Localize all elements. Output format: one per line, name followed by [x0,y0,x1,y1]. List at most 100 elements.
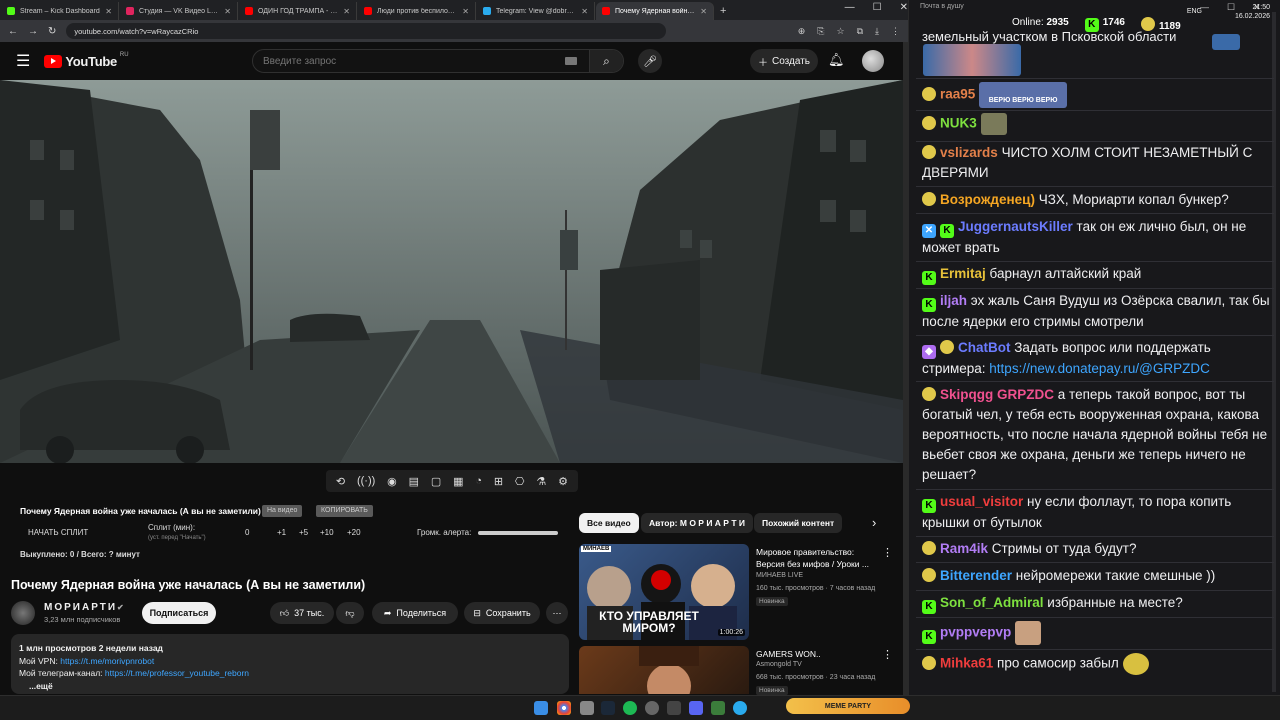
close-icon[interactable]: ✕ [581,7,588,16]
maximize-icon[interactable]: ☐ [873,2,882,13]
browser-tab[interactable]: Студия — VK Видео Live ✕ [120,2,238,20]
add-1-button[interactable]: +1 [277,528,286,537]
explorer-icon[interactable] [580,701,594,715]
extensions-icon[interactable]: ⧉ [857,26,863,37]
close-window-icon[interactable]: ✕ [900,2,908,13]
share-button[interactable]: ➦ Поделиться [372,602,458,624]
mention[interactable]: GRPZDC [997,387,1054,402]
search-input[interactable] [253,55,565,67]
recommendation-channel[interactable]: Asmongold TV [756,661,802,668]
more-vert-icon[interactable]: ⋮ [882,546,893,559]
more-vert-icon[interactable]: ⋮ [882,648,893,661]
camera-icon[interactable]: ⎔ [515,475,525,488]
spotify-icon[interactable] [623,701,637,715]
more-actions-button[interactable]: ⋯ [546,602,568,624]
browser-tab[interactable]: Stream – Kick Dashboard ✕ [1,2,119,20]
browser-tab[interactable]: ОДИН ГОД ТРАМПА - YouTub...✕ [239,2,357,20]
discord-icon[interactable] [689,701,703,715]
telegram-link[interactable]: https://t.me/professor_youtube_reborn [105,668,249,678]
steam-icon[interactable] [601,701,615,715]
create-button[interactable]: ＋ Создать [750,49,818,73]
description-box[interactable]: 1 млн просмотров 2 недели назад Мой VPN:… [11,634,569,694]
crop-icon[interactable]: ⊞ [494,475,503,488]
dislike-button[interactable]: 👎︎ [336,602,364,624]
translate-icon[interactable]: ⎘ [817,26,824,37]
split-value[interactable]: 0 [245,528,249,537]
recommendation-thumbnail[interactable] [579,646,749,694]
system-clock[interactable]: 21:50 16.02.2026 [1235,3,1270,21]
recommendation-title[interactable]: GAMERS WON.. [756,648,880,660]
app-icon[interactable] [711,701,725,715]
speed-icon[interactable]: ◔ [475,475,482,487]
alert-volume-slider[interactable] [478,531,558,535]
add-5-button[interactable]: +5 [299,528,308,537]
hamburger-menu-icon[interactable]: ☰ [16,51,30,71]
cheese-emote [1122,653,1149,675]
fullscreen-icon[interactable]: ▢ [431,475,441,488]
minimize-icon[interactable]: — [845,2,855,13]
meme-party-widget[interactable]: MEME PARTY [786,698,910,714]
start-split-button[interactable]: НАЧАТЬ СПЛИТ [28,528,88,537]
donate-link[interactable]: https://new.donatepay.ru/@GRPZDC [989,361,1210,376]
chevron-right-icon[interactable]: › [872,515,876,530]
browser-tab[interactable]: Telegram: View @dobro_2ch✕ [477,2,595,20]
flask-icon[interactable]: ⚗ [536,475,546,488]
chip-author[interactable]: Автор: М О Р И А Р Т И [641,513,753,533]
search-button[interactable]: ⌕ [589,50,623,72]
star-icon[interactable]: ☆ [837,26,845,37]
close-icon[interactable]: ✕ [105,7,112,16]
close-icon[interactable]: ✕ [462,7,469,16]
settings-gear-icon[interactable]: ⚙ [558,475,568,488]
clapper-icon[interactable]: ▤ [409,475,419,488]
menu-icon[interactable]: ⋮ [891,26,900,37]
save-button[interactable]: ⊟ Сохранить [464,602,540,624]
browser-tab-active[interactable]: Почему Ядерная война у... ✕ [596,2,714,20]
forward-icon[interactable]: → [28,26,38,37]
account-avatar[interactable] [862,50,884,72]
url-field[interactable]: youtube.com/watch?v=wRaycazCRio [66,23,667,39]
maximize-icon[interactable]: ☐ [1227,2,1235,13]
subscribe-button[interactable]: Подписаться [142,602,216,624]
telegram-icon[interactable] [733,701,747,715]
chip-all-videos[interactable]: Все видео [579,513,639,533]
close-icon[interactable]: ✕ [224,7,231,16]
keyboard-icon[interactable] [565,57,577,65]
chrome-icon[interactable] [557,701,571,715]
app-icon[interactable] [667,701,681,715]
channel-avatar[interactable] [11,601,35,625]
back-icon[interactable]: ← [8,26,18,37]
film-icon[interactable]: ▦ [453,475,463,488]
like-button[interactable]: 👍︎ 37 тыс. [270,602,334,624]
recommendation-title[interactable]: Мировое правительство: Версия без мифов … [756,546,880,570]
recommendation-channel[interactable]: МИНАЕВ LIVE [756,572,803,579]
windows-start-icon[interactable] [534,701,548,715]
download-icon[interactable]: ⤓ [875,26,879,37]
new-tab-button[interactable]: + [714,2,732,20]
chip-related[interactable]: Похожий контент [754,513,843,533]
notifications-bell-icon[interactable]: 🔔︎ [828,52,845,68]
sword-badge-icon: ✕ [922,224,936,238]
zoom-icon[interactable]: ⊕ [798,26,806,37]
eye-icon[interactable]: ◉ [387,475,397,488]
browser-tab[interactable]: Люди против беспилодни: сем...✕ [358,2,476,20]
channel-name[interactable]: МОРИАРТИ✔ [44,602,126,613]
obs-icon[interactable] [645,701,659,715]
chat-message: K Ermitaj барнаул алтайский край [922,264,1274,285]
language-indicator[interactable]: ENG [1187,8,1202,15]
copy-chip[interactable]: КОПИРОВАТЬ [316,505,373,517]
reload-icon[interactable]: ↻ [48,26,56,37]
close-icon[interactable]: ✕ [700,7,707,16]
on-video-chip[interactable]: На видео [262,505,303,517]
add-20-button[interactable]: +20 [347,528,361,537]
loop-icon[interactable]: ⟲ [336,475,345,488]
video-player[interactable] [0,80,903,463]
video-title: Почему Ядерная война уже началась (А вы … [11,578,366,592]
broadcast-icon[interactable]: ((·)) [357,475,375,487]
vpn-link[interactable]: https://t.me/morivpnrobot [60,656,154,666]
recommendation-thumbnail[interactable]: МИНАЕВ КТО УПРАВЛЯЕТ МИРОМ? 1:00:26 [579,544,749,640]
show-more[interactable]: ...ещё [19,680,561,693]
youtube-logo[interactable]: YouTube RU [44,52,129,69]
add-10-button[interactable]: +10 [320,528,334,537]
voice-search-button[interactable]: 🎤︎ [638,49,662,73]
close-icon[interactable]: ✕ [343,7,350,16]
